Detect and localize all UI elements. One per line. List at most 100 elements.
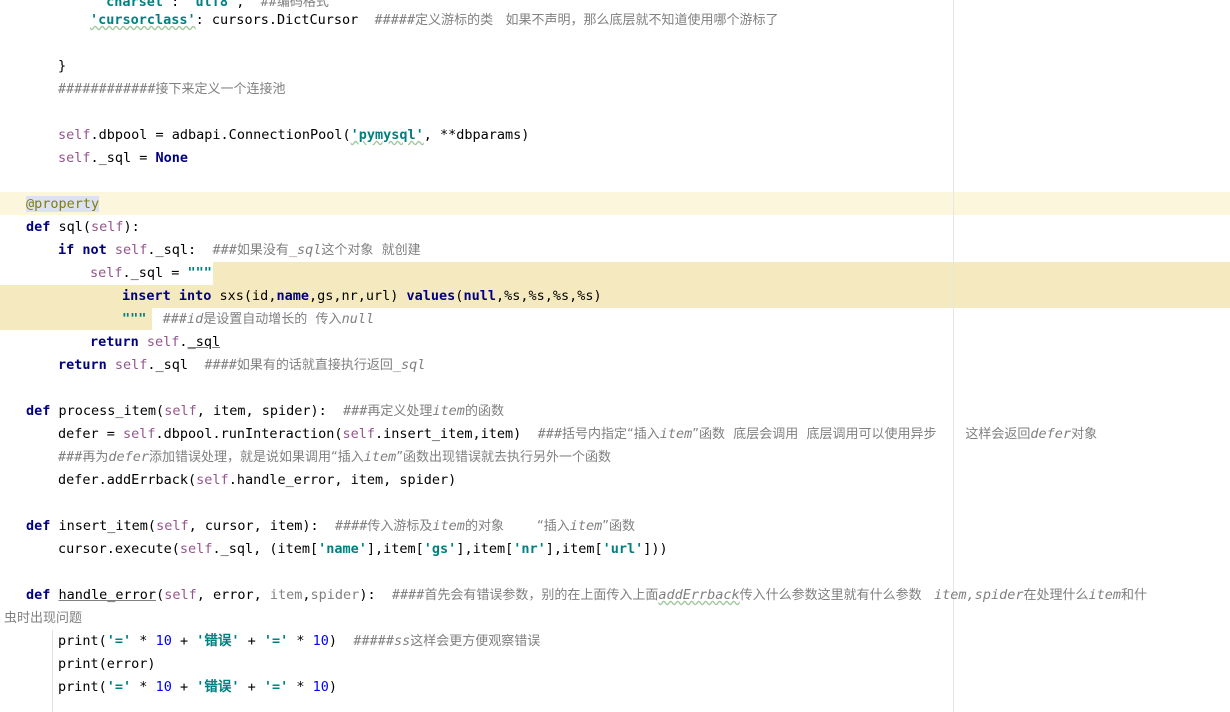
code-line[interactable]: ###再为defer添加错误处理，就是说如果调用“插入item”函数出现错误就去… — [0, 446, 611, 469]
code-token: 虫时出现问题 — [4, 611, 83, 626]
code-line[interactable]: cursor.execute(self._sql, (item['name'],… — [0, 538, 668, 561]
code-token: 在处理什么 — [1023, 588, 1089, 603]
code-token: _sql — [288, 242, 322, 258]
code-token: 是设置自动增长的 传入 — [203, 312, 342, 327]
code-token: return — [90, 334, 147, 350]
code-token: sxs(id, — [219, 288, 277, 304]
code-line[interactable]: } — [0, 55, 66, 78]
code-token: '=' — [106, 633, 132, 649]
code-token: """ — [122, 311, 147, 327]
code-token: self — [91, 219, 124, 235]
code-token: ### — [537, 426, 562, 442]
code-line[interactable]: self._sql = None — [0, 147, 188, 170]
code-token: 'pymysql' — [350, 127, 424, 143]
code-token: 10 — [155, 679, 172, 695]
caret-line-highlight — [0, 192, 1230, 215]
code-token: .dbpool.runInteraction( — [155, 426, 343, 442]
code-token: def — [26, 403, 59, 419]
code-token: ],item[ — [456, 541, 514, 557]
code-token: print( — [58, 633, 107, 649]
code-token: defer — [108, 449, 150, 465]
code-token: self — [58, 150, 91, 166]
code-line[interactable]: return self._sql ####如果有的话就直接执行返回_sql — [0, 354, 425, 377]
code-token: ###id — [162, 311, 204, 327]
code-token: , error, — [196, 587, 270, 603]
code-token: item — [269, 587, 303, 603]
code-token: ])) — [643, 541, 668, 557]
code-token: def — [26, 219, 59, 235]
code-token: addErrback — [658, 587, 740, 603]
code-line[interactable]: def handle_error(self, error, item,spide… — [0, 584, 1147, 607]
code-token: 首先会有错误参数，别的在上面传入上面 — [424, 588, 659, 603]
code-line[interactable]: def insert_item(self, cursor, item): ###… — [0, 515, 635, 538]
code-line[interactable]: self.dbpool = adbapi.ConnectionPool('pym… — [0, 124, 529, 147]
code-line[interactable]: print('=' * 10 + '错误' + '=' * 10) — [0, 676, 337, 699]
code-line[interactable]: print(error) — [0, 653, 156, 676]
code-line[interactable]: 虫时出现问题 — [0, 607, 82, 630]
code-token: 再为 — [82, 450, 109, 465]
code-line[interactable]: defer = self.dbpool.runInteraction(self.… — [0, 423, 1097, 446]
code-line[interactable]: print('=' * 10 + '错误' + '=' * 10) #####s… — [0, 630, 540, 653]
code-token: item — [659, 426, 693, 442]
code-token: , **dbparams) — [423, 127, 530, 143]
code-token: ._sql, (item[ — [212, 541, 319, 557]
code-token: 传入什么参数这里就有什么参数 — [739, 588, 935, 603]
code-token: } — [58, 58, 67, 74]
code-token: #####ss — [353, 633, 411, 649]
code-token: self — [179, 541, 213, 557]
code-token: '=' — [106, 679, 132, 695]
code-line[interactable]: insert into sxs(id,name,gs,nr,url) value… — [0, 285, 602, 308]
code-token: , item, spider): — [196, 403, 344, 419]
code-token: def — [26, 518, 59, 534]
code-token: item,spider — [934, 587, 1024, 603]
code-token: self — [90, 265, 123, 281]
code-token: defer.addErrback( — [58, 472, 197, 488]
code-token: ,%s,%s,%s,%s) — [495, 288, 602, 304]
selection-highlight — [213, 262, 1230, 285]
code-token: ): — [123, 219, 140, 235]
code-token: None — [155, 150, 189, 166]
code-token: ### — [343, 403, 368, 419]
code-line[interactable]: """ ###id是设置自动增长的 传入null — [0, 308, 374, 331]
code-token: ### — [58, 449, 83, 465]
code-token: + — [239, 633, 264, 649]
code-token: 'url' — [602, 541, 644, 557]
code-token: 传入游标及 — [367, 519, 433, 534]
code-token: self — [164, 403, 197, 419]
code-token: , cursor, item): — [188, 518, 335, 534]
code-editor[interactable]: 'charset': 'utf8', ##编码格式'cursorclass': … — [0, 0, 1230, 712]
code-token: item — [1088, 587, 1121, 603]
code-token: ): — [359, 587, 392, 603]
code-token: 的对象 “插入 — [464, 519, 570, 534]
code-token: 对象 — [1071, 427, 1098, 442]
code-token: sql( — [58, 219, 92, 235]
code-line[interactable]: def sql(self): — [0, 216, 140, 239]
code-line[interactable]: ############接下来定义一个连接池 — [0, 78, 286, 101]
code-token: 10 — [312, 679, 329, 695]
code-token: + — [239, 679, 264, 695]
code-token: '错误' — [196, 633, 240, 649]
code-token: process_item( — [58, 403, 165, 419]
code-line[interactable]: if not self._sql: ###如果没有_sql这个对象 就创建 — [0, 239, 421, 262]
code-token: + — [171, 679, 197, 695]
code-line[interactable]: self._sql = """ — [0, 262, 212, 285]
code-token: .dbpool = adbapi.ConnectionPool( — [90, 127, 351, 143]
code-token: ### — [212, 242, 237, 258]
code-token: item — [432, 518, 465, 534]
code-token: 的函数 — [464, 404, 504, 419]
code-line[interactable]: return self._sql — [0, 331, 220, 354]
code-line[interactable]: def process_item(self, item, spider): ##… — [0, 400, 504, 423]
code-line[interactable]: 'cursorclass': cursors.DictCursor #####定… — [0, 9, 779, 32]
code-line[interactable]: @property — [0, 193, 100, 216]
code-token: 这个对象 就创建 — [321, 243, 421, 258]
code-token: . — [179, 334, 188, 350]
code-token: 10 — [155, 633, 172, 649]
code-token: return — [58, 357, 115, 373]
code-token: insert into — [122, 288, 220, 304]
code-token: 添加错误处理，就是说如果调用“插入 — [149, 450, 364, 465]
code-line[interactable]: defer.addErrback(self.handle_error, item… — [0, 469, 456, 492]
code-token: 'nr' — [513, 541, 546, 557]
code-token: values — [406, 288, 456, 304]
code-token: print( — [58, 679, 107, 695]
